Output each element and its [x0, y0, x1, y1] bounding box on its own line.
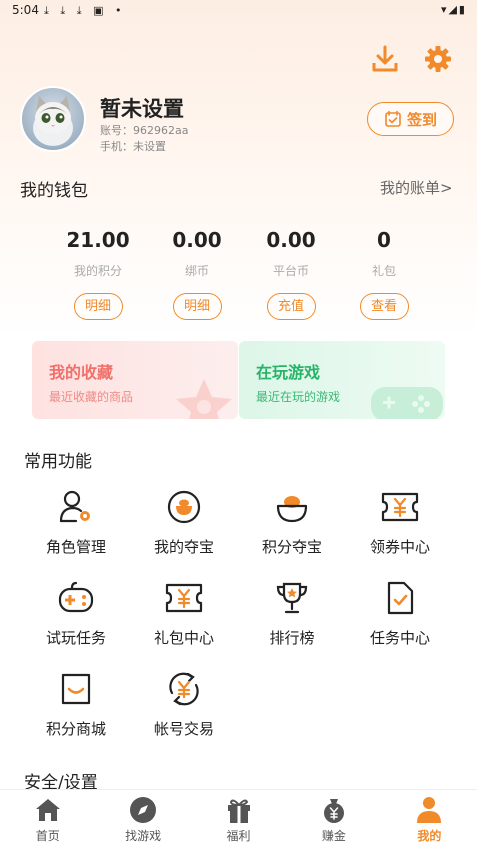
view-gift-packs-button[interactable]: 查看 — [359, 293, 409, 320]
my-treasure-icon — [164, 487, 204, 527]
tab-label: 赚金 — [321, 829, 346, 843]
function-points-mall[interactable]: 积分商城 — [21, 669, 131, 739]
star-icon — [176, 379, 232, 419]
tab-earn[interactable]: 赚金 — [286, 790, 381, 848]
function-label: 角色管理 — [45, 538, 106, 556]
recharge-button[interactable]: 充值 — [266, 293, 316, 320]
nickname[interactable]: 暂未设置 — [100, 93, 184, 123]
wallet-item-points: 21.00 我的积分 明细 — [53, 228, 143, 320]
gear-icon[interactable] — [421, 42, 455, 76]
function-label: 礼包中心 — [153, 629, 214, 647]
bound-coins-detail-button[interactable]: 明细 — [172, 293, 222, 320]
gift-icon — [191, 796, 286, 824]
wallet-value: 0.00 — [266, 228, 316, 252]
function-label: 积分夺宝 — [261, 538, 322, 556]
bill-link[interactable]: 我的账单> — [380, 177, 453, 198]
wallet-item-gift-packs: 0 礼包 查看 — [339, 228, 429, 320]
tab-find-games[interactable]: 找游戏 — [95, 790, 190, 848]
gift-pack-icon — [164, 578, 204, 618]
points-treasure-icon — [272, 487, 312, 527]
wallet-value: 21.00 — [66, 228, 130, 252]
task-icon — [380, 578, 420, 618]
functions-title: 常用功能 — [24, 452, 92, 472]
function-label: 帐号交易 — [153, 720, 214, 738]
checkin-label: 签到 — [406, 110, 437, 129]
wallet-value: 0 — [377, 228, 391, 252]
function-label: 任务中心 — [369, 629, 430, 647]
wallet-label: 我的积分 — [73, 264, 122, 278]
tab-mine[interactable]: 我的 — [382, 790, 477, 848]
tab-label: 首页 — [35, 829, 60, 843]
tab-home[interactable]: 首页 — [0, 790, 95, 848]
phone-number: 手机：未设置 — [100, 140, 166, 153]
account-trade-icon — [164, 669, 204, 709]
calendar-check-icon — [385, 110, 401, 127]
checkin-button[interactable]: 签到 — [367, 102, 454, 136]
points-detail-button[interactable]: 明细 — [73, 293, 123, 320]
function-task-center[interactable]: 任务中心 — [345, 578, 455, 648]
gamepad-icon — [371, 387, 443, 419]
account-id: 账号：962962aa — [100, 124, 189, 137]
wallet-label: 礼包 — [371, 264, 396, 278]
shop-bag-icon — [56, 669, 96, 709]
tab-label: 找游戏 — [125, 829, 162, 843]
favorites-subtitle: 最近收藏的商品 — [49, 390, 134, 404]
function-my-treasure[interactable]: 我的夺宝 — [129, 487, 239, 557]
system-icons: ▾◢▮ — [440, 3, 467, 16]
wallet-value: 0.00 — [172, 228, 222, 252]
function-label: 我的夺宝 — [153, 538, 214, 556]
favorites-title: 我的收藏 — [49, 363, 114, 382]
function-coupon-center[interactable]: 领券中心 — [345, 487, 455, 557]
status-time: 5:04 — [12, 3, 39, 17]
function-role-manage[interactable]: 角色管理 — [21, 487, 131, 557]
compass-icon — [95, 796, 190, 824]
tab-label: 我的 — [417, 829, 442, 843]
function-points-treasure[interactable]: 积分夺宝 — [237, 487, 347, 557]
playing-games-card[interactable]: 在玩游戏 最近在玩的游戏 — [239, 341, 445, 419]
wallet-item-bound-coins: 0.00 绑币 明细 — [152, 228, 242, 320]
gamepad-icon — [56, 578, 96, 618]
home-icon — [0, 796, 95, 824]
trophy-icon — [272, 578, 312, 618]
wallet-label: 绑币 — [184, 264, 209, 278]
notification-icons: ⤓ ⤓ ⤓ ▣ • — [44, 4, 126, 17]
avatar[interactable] — [20, 86, 86, 152]
function-label: 领券中心 — [369, 538, 430, 556]
money-bag-icon — [286, 796, 381, 824]
status-bar: 5:04 ⤓ ⤓ ⤓ ▣ • ▾◢▮ — [0, 0, 477, 22]
tab-welfare[interactable]: 福利 — [191, 790, 286, 848]
role-manage-icon — [56, 487, 96, 527]
playing-title: 在玩游戏 — [256, 363, 321, 382]
wallet-title: 我的钱包 — [20, 181, 88, 201]
download-icon[interactable] — [368, 42, 402, 76]
tab-label: 福利 — [226, 829, 251, 843]
function-label: 试玩任务 — [45, 629, 106, 647]
wallet-item-platform-coins: 0.00 平台币 充值 — [246, 228, 336, 320]
favorites-card[interactable]: 我的收藏 最近收藏的商品 — [32, 341, 238, 419]
function-account-trade[interactable]: 帐号交易 — [129, 669, 239, 739]
wallet-label: 平台币 — [272, 264, 309, 278]
user-icon — [382, 796, 477, 824]
playing-subtitle: 最近在玩的游戏 — [256, 390, 341, 404]
function-trial-tasks[interactable]: 试玩任务 — [21, 578, 131, 648]
bottom-tab-bar: 首页 找游戏 福利 赚金 我的 — [0, 789, 477, 848]
coupon-icon — [380, 487, 420, 527]
function-label: 排行榜 — [269, 629, 315, 647]
function-label: 积分商城 — [45, 720, 106, 738]
function-leaderboard[interactable]: 排行榜 — [237, 578, 347, 648]
function-gift-center[interactable]: 礼包中心 — [129, 578, 239, 648]
